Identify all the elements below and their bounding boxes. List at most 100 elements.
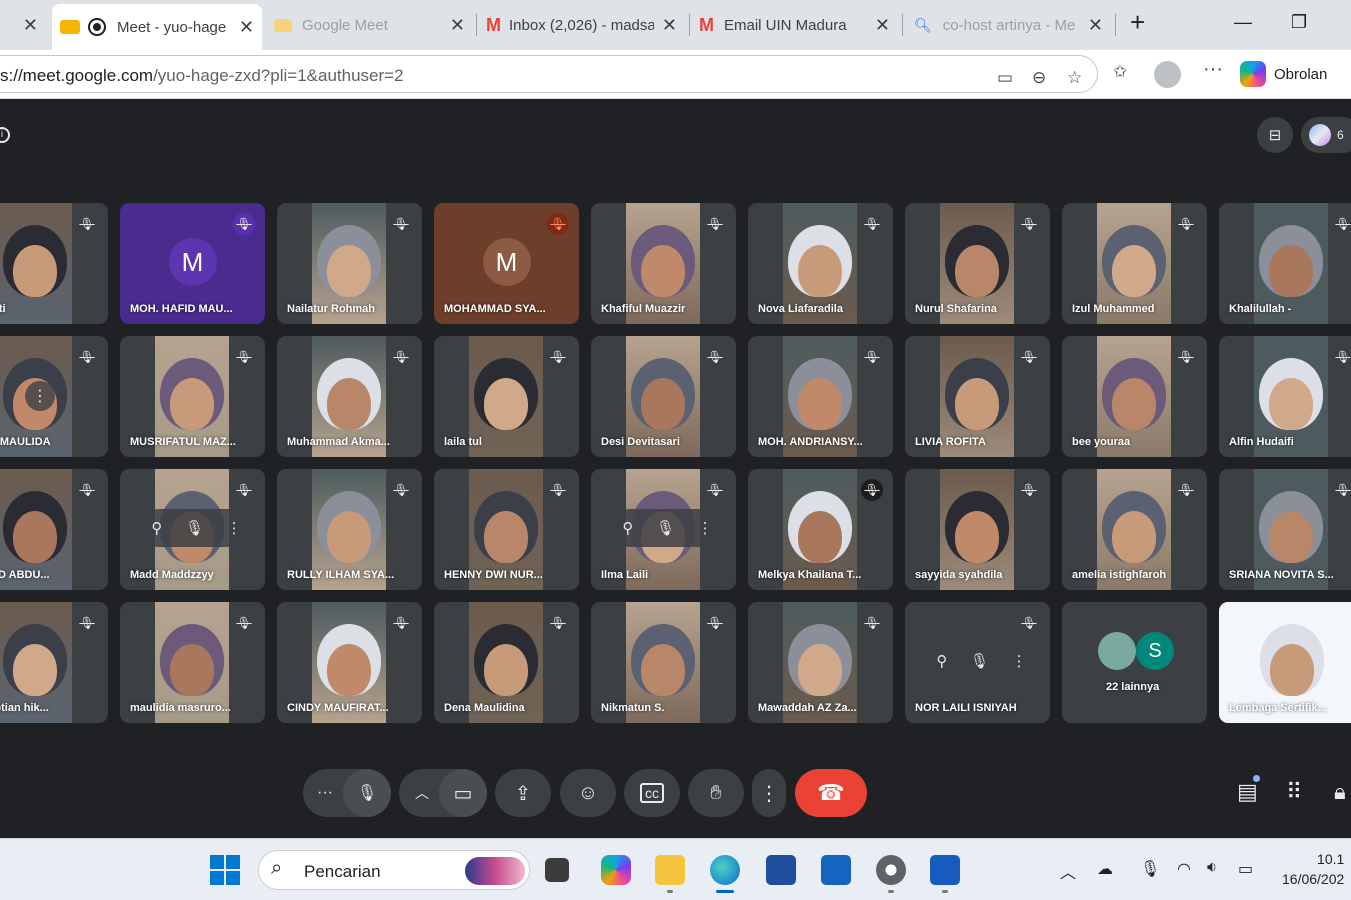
tab-meet-active[interactable]: Meet - yuo-hage ✕ [52,4,262,50]
tab-google-meet[interactable]: Google Meet ✕ [268,0,473,50]
file-explorer-icon[interactable] [655,855,685,885]
participants-button[interactable]: 6 [1301,117,1351,153]
participant-tile[interactable]: 🎙︎ Nova Liafaradila [748,203,893,324]
video-camera-icon[interactable]: ▭ [997,68,1013,88]
participant-tile[interactable]: 🎙︎ Mawaddah AZ Za... [748,602,893,723]
mute-participant-icon[interactable]: 🎙︎ [656,519,675,537]
participant-tile[interactable]: 🎙︎ amelia istighfaroh [1062,469,1207,590]
participant-tile[interactable]: 🎙︎ a septian hik... [0,602,108,723]
activities-grid-icon[interactable]: ⠿ [1286,779,1302,805]
pin-icon[interactable]: ⚲ [151,519,162,537]
system-clock[interactable]: 10.1 16/06/202 [1282,849,1344,889]
microsoft-store-icon[interactable] [766,855,796,885]
tab-close-icon[interactable]: ✕ [875,15,890,36]
present-screen-button[interactable]: ⇪ [495,769,551,817]
zoom-icon[interactable]: ⊖ [1032,68,1046,88]
participant-tile[interactable]: 🎙︎ ⚲ 🎙︎ ⋮ Madd Maddzzyy [120,469,265,590]
profile-avatar[interactable] [1154,61,1181,88]
tab-close-icon[interactable]: ✕ [662,15,677,36]
participant-tile[interactable]: 🎙︎ MOH. ANDRIANSY... [748,336,893,457]
favorite-star-icon[interactable]: ☆ [1067,68,1082,88]
participant-tile[interactable]: 🎙︎ ⚲ 🎙︎ ⋮ Ilma Laili [591,469,736,590]
new-tab-icon[interactable]: + [1130,7,1145,38]
participant-tile[interactable]: 🎙︎ Nailatur Rohmah [277,203,422,324]
word-icon[interactable] [930,855,960,885]
task-view-icon[interactable] [545,858,569,882]
more-options-button[interactable]: ⋮ [752,769,786,817]
tile-more-icon[interactable]: ⋮ [698,519,713,537]
participant-tile[interactable]: 🎙︎ Khalilullah - [1219,203,1351,324]
tab-inbox[interactable]: M Inbox (2,026) - madsa ✕ [480,0,685,50]
tile-hover-controls[interactable]: ⚲ 🎙︎ ⋮ [611,509,724,547]
participant-tile[interactable]: 🎙︎ Nikmatun S. [591,602,736,723]
participant-tile[interactable]: 🎙︎ laila tul [434,336,579,457]
participant-tile[interactable]: 🎙︎ Alfin Hudaifi [1219,336,1351,457]
tab-close-icon[interactable]: ✕ [450,15,465,36]
captions-button[interactable]: cc [624,769,680,817]
raise-hand-button[interactable]: ✋︎ [688,769,744,817]
participant-tile[interactable]: 🎙︎ MUSRIFATUL MAZ... [120,336,265,457]
tab-email-uin[interactable]: M Email UIN Madura ✕ [693,0,898,50]
participant-tile[interactable]: 🎙︎ Muhammad Akma... [277,336,422,457]
microphone-icon[interactable]: 🎙︎ [343,769,391,817]
chat-icon[interactable]: ▤ [1237,779,1258,805]
tab-cohost-search[interactable]: 🔍︎ co-host artinya - Me ✕ [906,0,1111,50]
participant-tile[interactable]: 🎙︎ Desi Devitasari [591,336,736,457]
edge-browser-icon[interactable] [710,855,740,885]
reactions-button[interactable]: ☺ [560,769,616,817]
wifi-icon[interactable]: ◠ [1177,859,1191,879]
tile-hover-controls[interactable]: ⚲ 🎙︎ ⋮ [140,509,253,547]
participant-tile[interactable]: 🎙︎ RULLY ILHAM SYA... [277,469,422,590]
participant-tile[interactable]: 🎙︎ CINDY MAUFIRAT... [277,602,422,723]
favorites-icon[interactable]: ✩ [1113,62,1127,82]
tile-more-icon[interactable]: ⋮ [1012,652,1027,670]
participant-tile[interactable]: M 🎙︎ MOHAMMAD SYA... [434,203,579,324]
battery-icon[interactable]: ▭ [1238,859,1253,879]
taskbar-search[interactable]: ⌕ Pencarian [258,850,530,890]
chevron-up-icon[interactable]: ︿ [1060,859,1076,883]
tab-close-icon[interactable]: ✕ [1088,15,1103,36]
settings-gear-icon[interactable] [876,855,906,885]
participant-tile[interactable]: 🎙︎ Melkya Khailana T... [748,469,893,590]
participant-tile[interactable]: 🎙︎ AMAD ABDU... [0,469,108,590]
participant-tile[interactable]: S 22 lainnya [1062,602,1207,723]
participant-tile[interactable]: 🎙︎ SRIANA NOVITA S... [1219,469,1351,590]
tile-more-icon[interactable]: ⋮ [227,519,242,537]
pin-icon[interactable]: ⚲ [936,652,947,670]
volume-icon[interactable]: 🔉︎ [1207,859,1217,877]
microphone-tray-icon[interactable]: 🎙︎ [1140,859,1160,879]
meeting-info-icon[interactable]: i [0,127,10,143]
captions-off-icon[interactable]: ⊟ [1257,117,1293,153]
minimize-icon[interactable]: — [1234,12,1252,33]
mute-participant-icon[interactable]: 🎙︎ [970,652,989,670]
participant-tile[interactable]: 🎙︎ HENNY DWI NUR... [434,469,579,590]
restore-icon[interactable]: ❐ [1291,12,1307,33]
participant-tile[interactable]: 🎙︎ Nurul Shafarina [905,203,1050,324]
participant-tile[interactable]: 🎙︎ bee youraa [1062,336,1207,457]
participant-tile[interactable]: 🎙︎ maulidia masruro... [120,602,265,723]
tab-close-prev[interactable]: ✕ [18,0,48,50]
tile-hover-controls[interactable]: ⚲ 🎙︎ ⋮ [925,642,1038,680]
participant-tile[interactable]: M 🎙︎ MOH. HAFID MAU... [120,203,265,324]
tile-more-icon[interactable]: ⋮ [25,381,55,411]
host-controls-lock-icon[interactable]: 🔒︎ [1334,779,1346,805]
participant-tile[interactable]: 🎙︎ ⋮ NUR MAULIDA [0,336,108,457]
address-bar[interactable]: s://meet.google.com/yuo-hage-zxd?pli=1&a… [0,55,1098,93]
url-text[interactable]: s://meet.google.com/yuo-hage-zxd?pli=1&a… [0,66,404,86]
participant-tile[interactable]: 🎙︎ sayyida syahdila [905,469,1050,590]
tab-close-icon[interactable]: ✕ [239,17,254,38]
cloud-icon[interactable]: ☁ [1097,859,1113,879]
participant-tile[interactable]: 🎙︎ o Wati [0,203,108,324]
participant-tile[interactable]: Lembaga Sertifik... [1219,602,1351,723]
more-options-icon[interactable]: ··· [1203,58,1223,81]
participant-tile[interactable]: 🎙︎ Khafiful Muazzir [591,203,736,324]
pen-app-icon[interactable] [821,855,851,885]
participant-tile[interactable]: 🎙︎ ⚲ 🎙︎ ⋮ NOR LAILI ISNIYAH [905,602,1050,723]
camera-icon[interactable]: ▭ [439,769,487,817]
start-windows-icon[interactable] [210,855,240,885]
chevron-up-icon[interactable]: ︿ [410,769,434,817]
pin-icon[interactable]: ⚲ [622,519,633,537]
copilot-taskbar-icon[interactable] [601,855,631,885]
participant-tile[interactable]: 🎙︎ Izul Muhammed [1062,203,1207,324]
audio-options-icon[interactable]: ··· [310,769,340,817]
